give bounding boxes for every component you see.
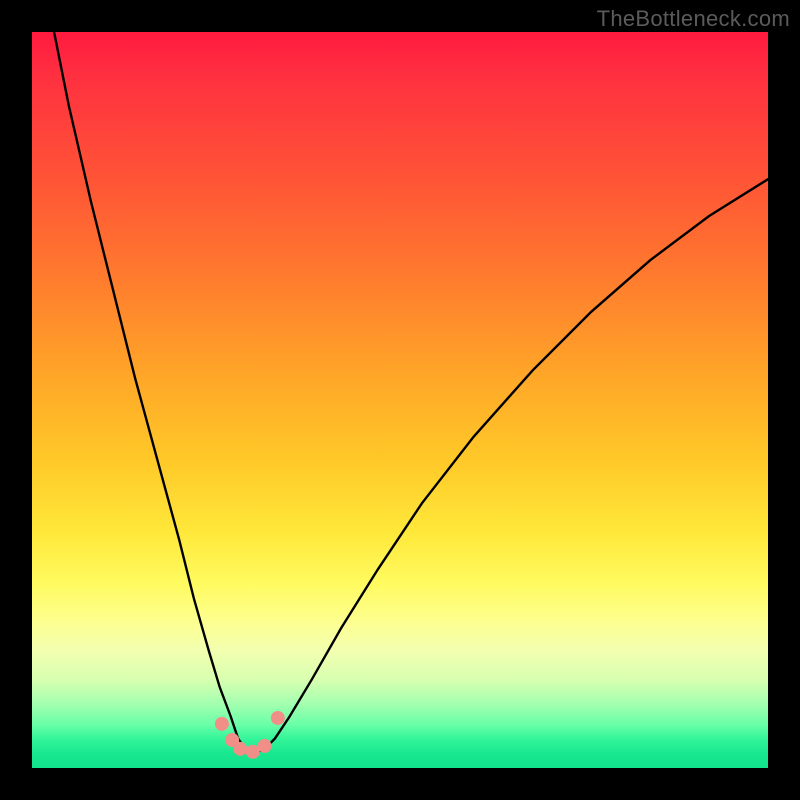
- curve-dot: [258, 739, 272, 753]
- plot-area: [32, 32, 768, 768]
- curve-dot: [271, 711, 285, 725]
- watermark-text: TheBottleneck.com: [597, 6, 790, 32]
- curve-dot: [233, 742, 247, 756]
- curve-dot: [215, 717, 229, 731]
- chart-overlay: [32, 32, 768, 768]
- chart-frame: TheBottleneck.com: [0, 0, 800, 800]
- bottleneck-curve: [54, 32, 768, 753]
- curve-minimum-dots: [215, 711, 285, 759]
